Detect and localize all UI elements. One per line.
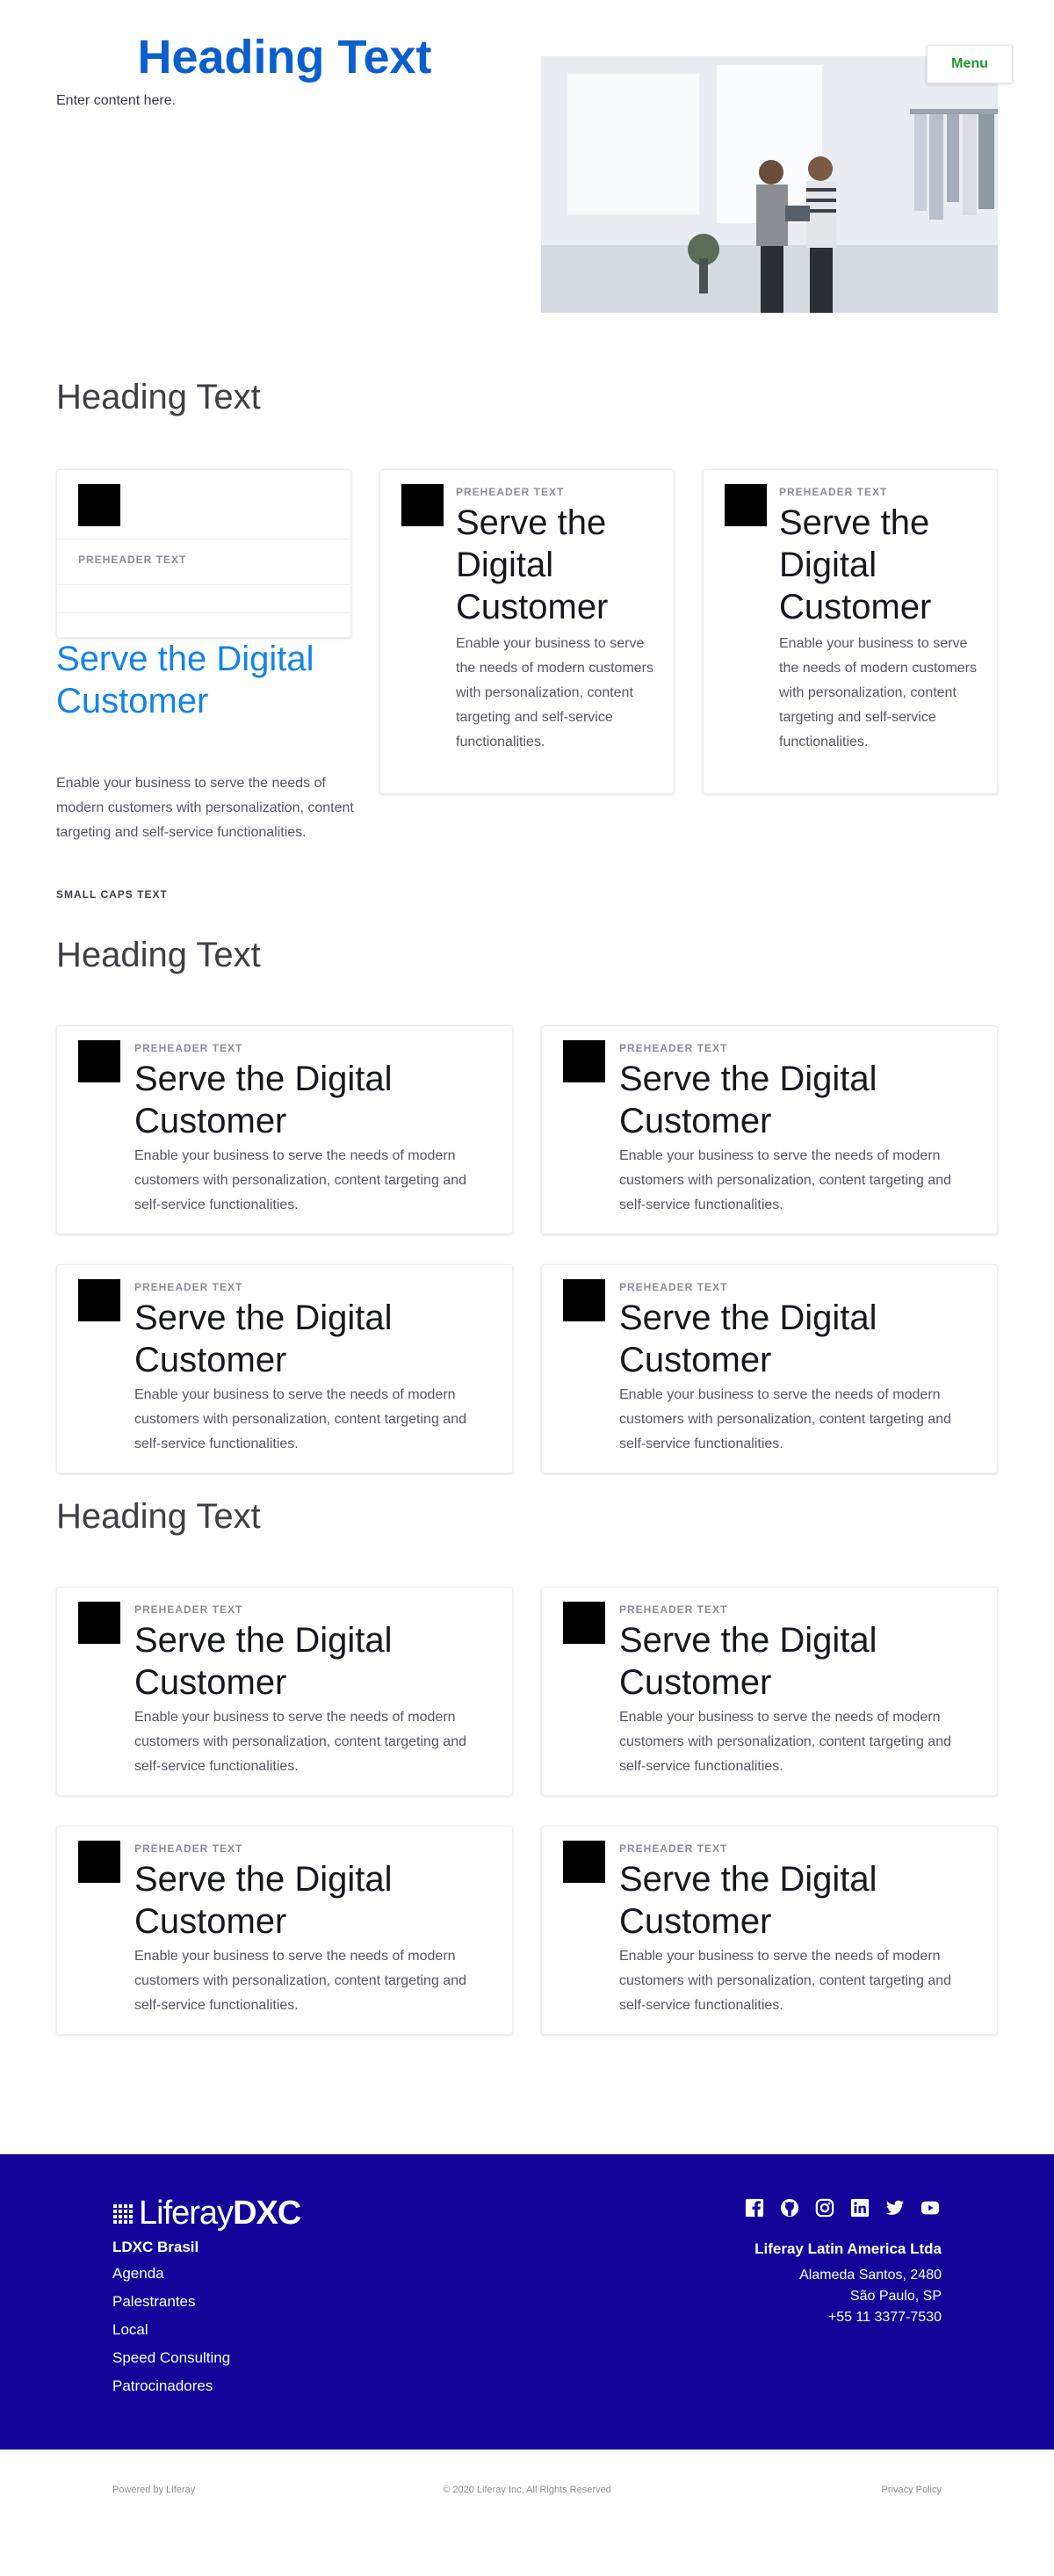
card-title: Serve the Digital Customer (134, 1621, 393, 1702)
card-preheader: PREHEADER TEXT (619, 1042, 728, 1054)
card-preheader: PREHEADER TEXT (78, 554, 187, 566)
card-title: Serve the Digital Customer (619, 1860, 877, 1941)
card-preheader: PREHEADER TEXT (619, 1603, 728, 1616)
card-first-title[interactable]: Serve the Digital Customer (56, 638, 355, 722)
card-title: Serve the Digital Customer (619, 1060, 877, 1140)
linkedin-icon[interactable] (848, 2196, 871, 2219)
site-footer: Liferay DXC LDXC Brasil Agenda Palestran… (0, 2154, 1054, 2449)
footer-link-patrocinadores[interactable]: Patrocinadores (112, 2372, 230, 2400)
card-title: Serve the Digital Customer (619, 1621, 877, 1702)
logo-text: Liferay (139, 2195, 234, 2232)
small-caps-text: SMALL CAPS TEXT (56, 888, 168, 901)
bottom-bar: Powered by Liferay © 2020 Liferay Inc. A… (0, 2449, 1054, 2576)
card-first[interactable]: PREHEADER TEXT (56, 469, 351, 638)
card-description: Enable your business to serve the needs … (779, 636, 978, 749)
card-preheader: PREHEADER TEXT (134, 1281, 243, 1293)
card[interactable]: PREHEADER TEXT Serve the Digital Customer… (56, 1264, 513, 1473)
card-description: Enable your business to serve the needs … (619, 1148, 951, 1212)
card-title: Serve the Digital Customer (134, 1860, 393, 1941)
facebook-icon[interactable] (743, 2196, 766, 2219)
card[interactable]: PREHEADER TEXT Serve the Digital Customer … (379, 469, 675, 794)
card[interactable]: PREHEADER TEXT Serve the Digital Customer… (56, 1587, 513, 1796)
liferay-logo-icon (112, 2203, 134, 2225)
footer-org-name: LDXC Brasil (112, 2239, 199, 2255)
card-first-description: Enable your business to serve the needs … (56, 776, 354, 840)
section-heading-3: Heading Text (56, 1497, 261, 1536)
footer-links: Agenda Palestrantes Local Speed Consulti… (112, 2260, 230, 2400)
card-description: Enable your business to serve the needs … (134, 1710, 466, 1774)
menu-button[interactable]: Menu (927, 45, 1013, 83)
footer-link-local[interactable]: Local (112, 2316, 230, 2344)
card-preheader: PREHEADER TEXT (619, 1842, 728, 1855)
card-thumbnail (563, 1279, 605, 1321)
card-title: Serve the Digital Customer (619, 1299, 877, 1379)
card[interactable]: PREHEADER TEXT Serve the Digital Customer… (541, 1025, 998, 1234)
footer-company-name: Liferay Latin America Ltda (754, 2240, 942, 2257)
hero-body-text: Enter content here. (56, 93, 177, 108)
card-title: Serve the Digital Customer (134, 1299, 393, 1379)
footer-logo[interactable]: Liferay DXC (112, 2195, 301, 2232)
card-thumbnail (78, 1841, 120, 1883)
card-thumbnail (78, 1279, 120, 1321)
card-thumbnail (401, 484, 444, 526)
card-description: Enable your business to serve the needs … (134, 1148, 466, 1212)
card[interactable]: PREHEADER TEXT Serve the Digital Customer… (541, 1587, 998, 1796)
card-preheader: PREHEADER TEXT (456, 486, 565, 498)
section-heading-1: Heading Text (56, 378, 261, 416)
hero-title: Heading Text (137, 31, 432, 83)
hero-image (541, 56, 998, 313)
card-description: Enable your business to serve the needs … (619, 1387, 951, 1451)
card-divider (57, 612, 350, 613)
card-preheader: PREHEADER TEXT (134, 1603, 243, 1616)
card-title: Serve the Digital Customer (779, 503, 932, 626)
privacy-policy-link[interactable]: Privacy Policy (882, 2485, 942, 2495)
card-thumbnail (78, 1040, 120, 1082)
card-description: Enable your business to serve the needs … (134, 1387, 466, 1451)
instagram-icon[interactable] (813, 2196, 836, 2219)
section-heading-2: Heading Text (56, 936, 261, 974)
card-thumbnail (563, 1841, 605, 1883)
card-thumbnail (725, 484, 767, 526)
social-links (743, 2196, 942, 2219)
hero-section: Heading Text Enter content here. Menu (0, 0, 1054, 325)
card-thumbnail (563, 1040, 605, 1082)
youtube-icon[interactable] (919, 2196, 942, 2219)
address-line-1: Alameda Santos, 2480 (799, 2268, 942, 2283)
footer-link-palestrantes[interactable]: Palestrantes (112, 2288, 230, 2316)
footer-phone: +55 11 3377-7530 (827, 2310, 942, 2325)
footer-link-speed-consulting[interactable]: Speed Consulting (112, 2344, 230, 2372)
address-line-2: São Paulo, SP (849, 2289, 942, 2304)
card-description: Enable your business to serve the needs … (456, 636, 654, 749)
footer-link-agenda[interactable]: Agenda (112, 2260, 230, 2288)
card-thumbnail (563, 1602, 605, 1644)
twitter-icon[interactable] (884, 2196, 906, 2219)
card[interactable]: PREHEADER TEXT Serve the Digital Customer… (541, 1826, 998, 2035)
logo-bold-text: DXC (233, 2195, 301, 2232)
card-preheader: PREHEADER TEXT (779, 486, 888, 498)
card[interactable]: PREHEADER TEXT Serve the Digital Customer… (56, 1025, 513, 1234)
card-description: Enable your business to serve the needs … (619, 1949, 951, 2013)
card-preheader: PREHEADER TEXT (134, 1842, 243, 1855)
card[interactable]: PREHEADER TEXT Serve the Digital Customer… (541, 1264, 998, 1473)
card-preheader: PREHEADER TEXT (134, 1042, 243, 1054)
card-title: Serve the Digital Customer (456, 503, 609, 626)
card-preheader: PREHEADER TEXT (619, 1281, 728, 1293)
card-divider (57, 584, 350, 585)
card-description: Enable your business to serve the needs … (619, 1710, 951, 1774)
card-thumbnail (78, 1602, 120, 1644)
card-title: Serve the Digital Customer (134, 1060, 393, 1140)
card-thumbnail (78, 484, 120, 526)
github-icon[interactable] (778, 2196, 801, 2219)
card-description: Enable your business to serve the needs … (134, 1949, 466, 2013)
card[interactable]: PREHEADER TEXT Serve the Digital Customer… (56, 1826, 513, 2035)
footer-address: Alameda Santos, 2480 São Paulo, SP +55 1… (799, 2265, 942, 2328)
card[interactable]: PREHEADER TEXT Serve the Digital Customer … (703, 469, 998, 794)
